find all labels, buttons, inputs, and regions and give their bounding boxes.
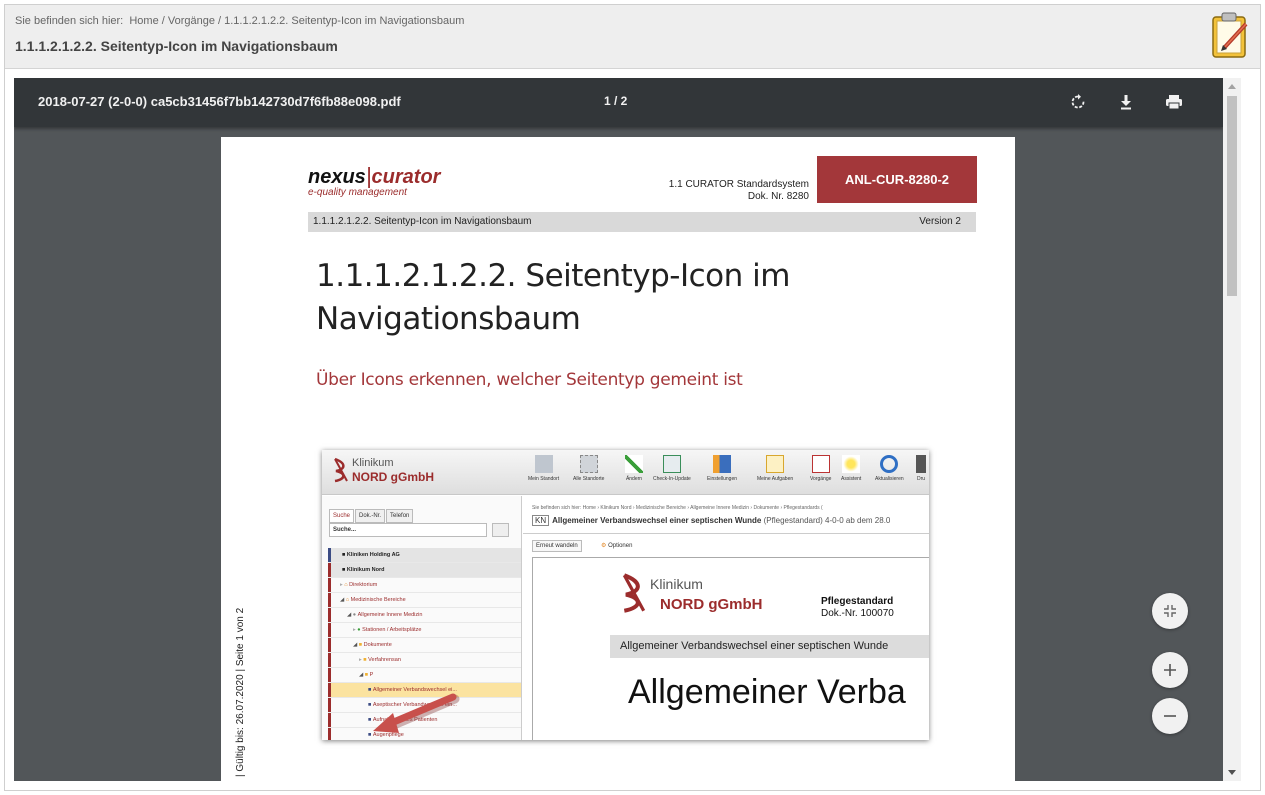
page-header: Sie befinden sich hier: Home / Vorgänge … xyxy=(5,5,1260,69)
zoom-out-button[interactable] xyxy=(1152,698,1188,734)
tree-item: ■ Kliniken Holding AG xyxy=(328,548,521,563)
shot-doc-title: KN Allgemeiner Verbandswechsel einer sept… xyxy=(532,515,890,526)
pdf-filename: 2018-07-27 (2-0-0) ca5cb31456f7bb142730d… xyxy=(38,94,401,109)
tab-telefon: Telefon xyxy=(386,509,414,523)
tool-assistent: Assistent xyxy=(841,455,861,482)
pdf-viewer[interactable]: 2018-07-27 (2-0-0) ca5cb31456f7bb142730d… xyxy=(14,78,1223,781)
nexus-curator-logo: nexus|curator xyxy=(308,163,441,188)
fit-page-icon xyxy=(1164,605,1176,617)
tree-item: ▸ ⌂ Direktorium xyxy=(328,578,521,593)
rotate-button[interactable] xyxy=(1066,90,1090,114)
doc-version: Version 2 xyxy=(919,216,961,227)
shot-content: Sie befinden sich hier: Home › Klinikum … xyxy=(523,496,929,740)
caduceus-icon xyxy=(622,573,646,613)
doc-header-band: 1.1.1.2.1.2.2. Seitentyp-Icon im Navigat… xyxy=(308,212,976,232)
doc-band-title: 1.1.1.2.1.2.2. Seitentyp-Icon im Navigat… xyxy=(313,216,532,227)
tab-suche: Suche xyxy=(329,509,355,523)
tool-checkin: Check-In-Update xyxy=(653,455,691,482)
shot-breadcrumb: Sie befinden sich hier: Home › Klinikum … xyxy=(532,505,823,511)
zoom-in-button[interactable] xyxy=(1152,652,1188,688)
fit-page-button[interactable] xyxy=(1152,593,1188,629)
tool-einstellungen: Einstellungen xyxy=(707,455,737,482)
shot-document-preview: Klinikum NORD gGmbH Pflegestandard Dok.-… xyxy=(532,557,929,740)
scrollbar[interactable] xyxy=(1223,78,1241,781)
breadcrumb: Sie befinden sich hier: Home / Vorgänge … xyxy=(15,15,464,27)
embedded-screenshot: Klinikum NORD gGmbH Mein Standort Alle S… xyxy=(322,450,929,740)
shot-tabs: Suche Dok.-Nr. Telefon xyxy=(329,504,414,523)
print-icon xyxy=(1166,95,1182,110)
doc-number: Dok. Nr. 8280 xyxy=(747,191,809,202)
pointer-arrow-icon xyxy=(373,693,460,733)
doc-subtitle: Über Icons erkennen, welcher Seitentyp g… xyxy=(316,370,743,390)
scroll-up-icon[interactable] xyxy=(1228,84,1236,89)
pdf-toolbar: 2018-07-27 (2-0-0) ca5cb31456f7bb142730d… xyxy=(14,78,1223,127)
shot-reconvert-button: Erneut wandeln xyxy=(532,540,582,552)
validity-note: | Gültig bis: 26.07.2020 | Seite 1 von 2 xyxy=(235,607,246,777)
shot-search-icon xyxy=(492,523,509,537)
tab-doknr: Dok.-Nr. xyxy=(355,509,386,523)
caduceus-icon xyxy=(334,457,348,483)
system-name: 1.1 CURATOR Standardsystem xyxy=(668,179,809,190)
tool-aendern: Ändern xyxy=(625,455,643,482)
scroll-down-icon[interactable] xyxy=(1228,770,1236,775)
doc-id-badge: ANL-CUR-8280-2 xyxy=(817,156,977,203)
page-title: 1.1.1.2.1.2.2. Seitentyp-Icon im Navigat… xyxy=(15,38,338,54)
download-icon xyxy=(1121,95,1131,110)
tool-vorgaenge: Vorgänge xyxy=(810,455,831,482)
breadcrumb-prefix: Sie befinden sich hier: xyxy=(15,15,124,27)
pdf-page: nexus|curator e-quality management 1.1 C… xyxy=(221,137,1015,781)
rotate-icon xyxy=(1071,94,1085,109)
shot-search-input: Suche... xyxy=(329,523,487,537)
print-button[interactable] xyxy=(1162,90,1186,114)
download-button[interactable] xyxy=(1114,90,1138,114)
scroll-thumb[interactable] xyxy=(1227,96,1237,296)
shot-options-button: ⚙ Optionen xyxy=(601,543,633,549)
tree-item: ◢ ■ P xyxy=(328,668,521,683)
tool-aktualisieren: Aktualisieren xyxy=(875,455,904,482)
doc-title: 1.1.1.2.1.2.2. Seitentyp-Icon im Navigat… xyxy=(316,258,790,337)
tree-item: ◢ ⌂ Medizinische Bereiche xyxy=(328,593,521,608)
tree-item: ▸ ■ Verfahrensan xyxy=(328,653,521,668)
page-indicator: 1 / 2 xyxy=(604,94,628,108)
clipboard-pencil-icon[interactable] xyxy=(1210,10,1250,60)
shot-navigation: Suche Dok.-Nr. Telefon Suche... ■ Kliniken… xyxy=(322,496,522,740)
tool-mein-standort: Mein Standort xyxy=(528,455,559,482)
tree-item: ◢ ■ Dokumente xyxy=(328,638,521,653)
tool-drucken: Dru xyxy=(916,455,926,482)
zoom-in-icon xyxy=(1164,664,1176,676)
tool-alle-standorte: Alle Standorte xyxy=(573,455,604,482)
tool-meine-aufgaben: Meine Aufgaben xyxy=(757,455,793,482)
app-frame: Sie befinden sich hier: Home / Vorgänge … xyxy=(4,4,1261,791)
tree-item: ▸ ● Stationen / Arbeitsplätze xyxy=(328,623,521,638)
tree-item: ◢ ● Allgemeine Innere Medizin xyxy=(328,608,521,623)
breadcrumb-path[interactable]: Home / Vorgänge / 1.1.1.2.1.2.2. Seitent… xyxy=(129,15,464,27)
shot-toolbar: Klinikum NORD gGmbH Mein Standort Alle S… xyxy=(322,450,929,495)
tree-item: ■ Klinikum Nord xyxy=(328,563,521,578)
brand-subline: e-quality management xyxy=(308,187,407,198)
zoom-out-icon xyxy=(1164,715,1176,717)
